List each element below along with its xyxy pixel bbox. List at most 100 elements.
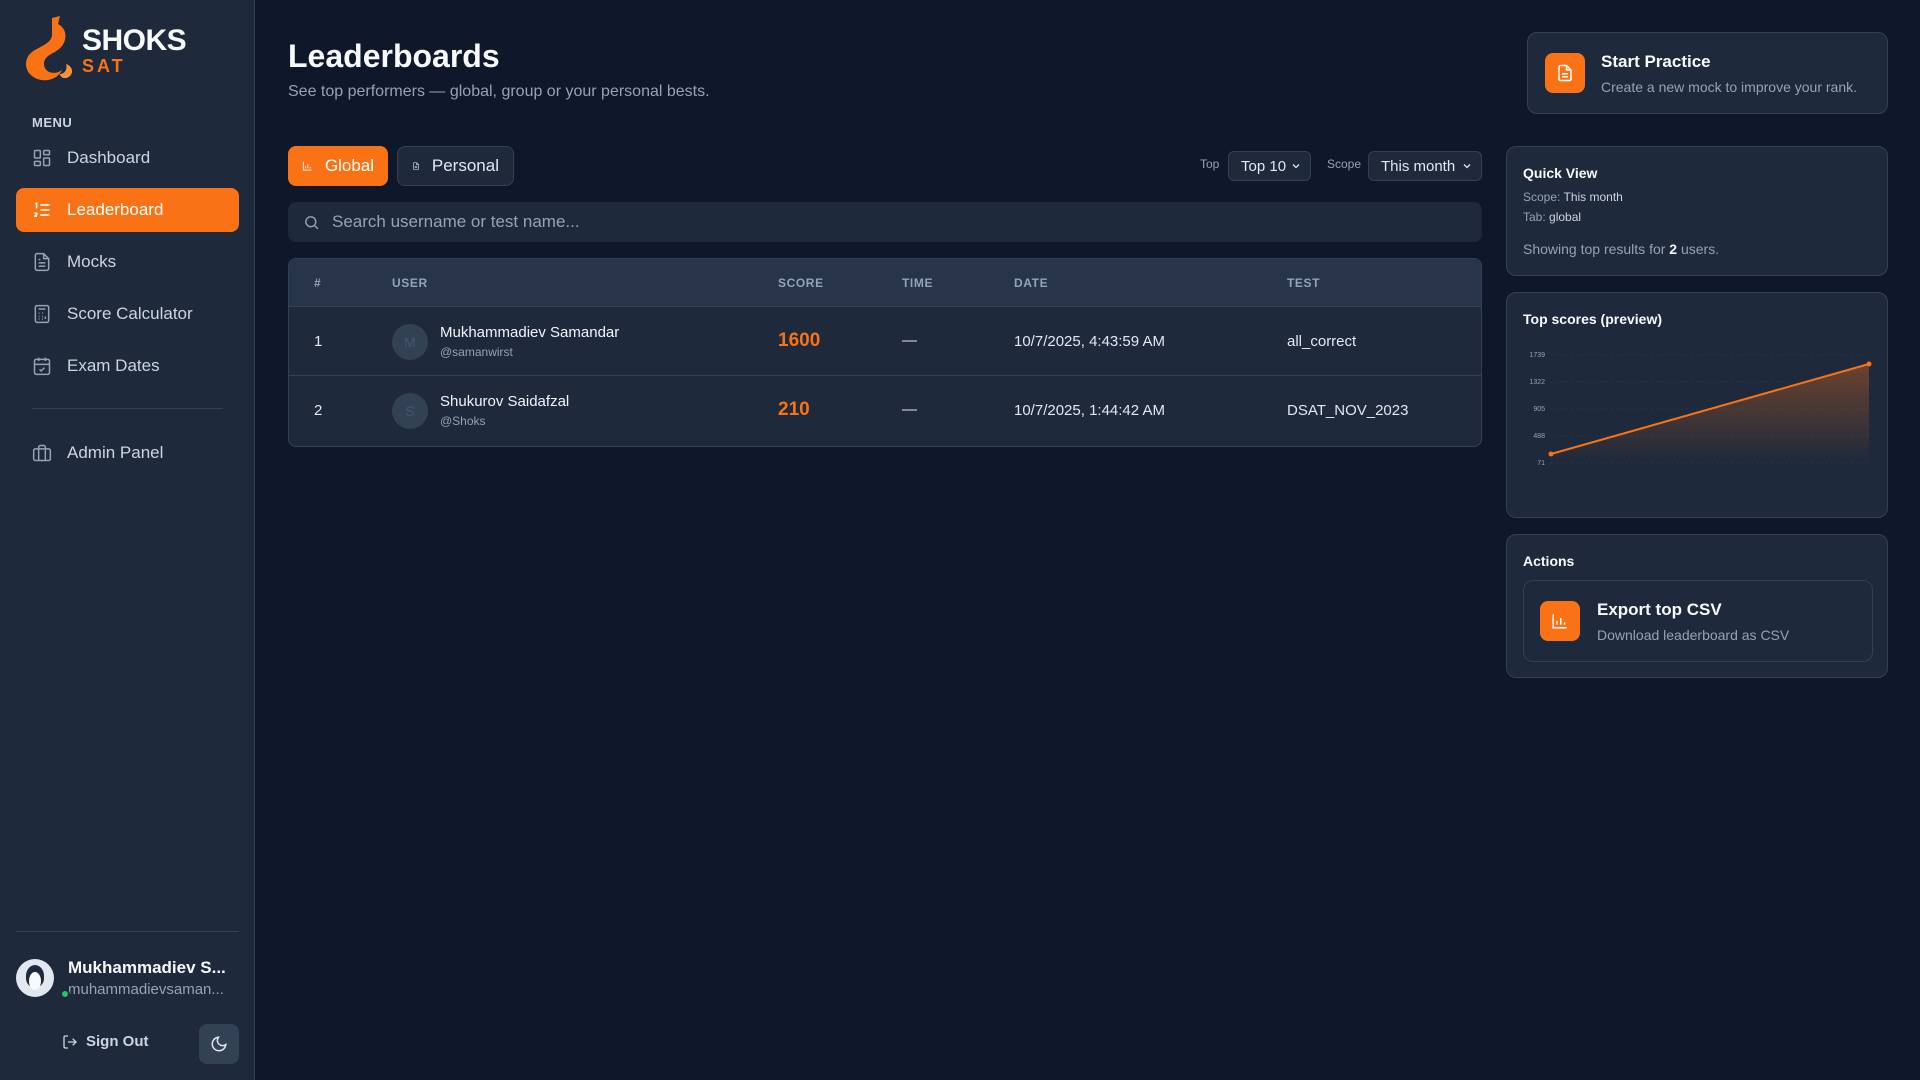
quick-view-tab: Tab: global: [1523, 210, 1581, 224]
row-time: —: [902, 401, 917, 418]
quick-view-tab-value: global: [1549, 210, 1582, 224]
theme-toggle-button[interactable]: [199, 1024, 239, 1064]
leaderboard-table: # USER SCORE TIME DATE TEST 1 M Mukhamma…: [288, 258, 1482, 447]
document-icon: [34, 252, 50, 272]
y-tick-label: 71: [1537, 460, 1545, 467]
sidebar-item-label: Dashboard: [67, 148, 151, 167]
page-title: Leaderboards: [288, 38, 500, 74]
y-tick-label: 488: [1533, 433, 1545, 440]
row-score: 1600: [778, 330, 821, 351]
actions-title: Actions: [1523, 553, 1575, 569]
quick-view-title: Quick View: [1523, 165, 1598, 181]
top-select[interactable]: Top 10: [1228, 151, 1311, 181]
quick-view-scope-value: This month: [1563, 190, 1623, 204]
scope-select[interactable]: This month: [1368, 151, 1482, 181]
user-profile[interactable]: Mukhammadiev S... muhammadievsaman...: [16, 958, 239, 999]
document-icon: [412, 162, 419, 170]
tab-label: Global: [324, 156, 374, 175]
logout-icon: [63, 1034, 77, 1049]
quick-view-card: Quick View Scope: This month Tab: global…: [1506, 146, 1888, 276]
sidebar-item-dashboard[interactable]: Dashboard: [16, 136, 239, 180]
actions-card: Actions Export top CSV Download leaderbo…: [1506, 534, 1888, 678]
start-practice-icon-box: [1545, 53, 1585, 93]
row-date: 10/7/2025, 4:43:59 AM: [1014, 333, 1165, 350]
briefcase-icon: [32, 444, 52, 462]
page-subtitle: See top performers — global, group or yo…: [288, 83, 710, 100]
table-row[interactable]: 1 M Mukhammadiev Samandar @samanwirst 16…: [289, 307, 1481, 376]
row-test: all_correct: [1287, 333, 1357, 350]
top-filter-label: Top: [1200, 157, 1220, 171]
brand-logo[interactable]: SHOKS SAT: [22, 14, 187, 84]
fox-logo-icon: [26, 16, 73, 81]
top-select-value: Top 10: [1241, 157, 1287, 175]
search-icon: [305, 215, 319, 229]
moon-icon: [211, 1036, 227, 1052]
sidebar: SHOKS SAT MENU Dashboard Leaderboard Moc…: [0, 0, 255, 1080]
summary-prefix: Showing top results for: [1523, 241, 1666, 257]
column-header-user: USER: [392, 276, 428, 290]
export-icon-box: [1540, 601, 1580, 641]
sidebar-item-label: Exam Dates: [67, 356, 160, 375]
sidebar-item-label: Mocks: [67, 252, 117, 271]
export-subtitle: Download leaderboard as CSV: [1597, 627, 1790, 643]
sidebar-item-mocks[interactable]: Mocks: [16, 240, 239, 284]
data-point: [1548, 451, 1554, 457]
row-rank: 2: [314, 402, 323, 419]
data-point: [1866, 361, 1872, 367]
sign-out-button[interactable]: Sign Out: [62, 1033, 149, 1050]
scope-select-value: This month: [1381, 157, 1456, 175]
sidebar-item-label: Score Calculator: [67, 304, 193, 323]
document-icon: [1558, 64, 1572, 82]
start-practice-subtitle: Create a new mock to improve your rank.: [1601, 79, 1857, 95]
calculator-icon: [34, 304, 50, 324]
tab-label: Personal: [431, 156, 499, 175]
bar-chart-icon: [1552, 614, 1567, 629]
export-title: Export top CSV: [1597, 600, 1722, 619]
sign-out-label: Sign Out: [86, 1033, 149, 1050]
export-csv-button[interactable]: Export top CSV Download leaderboard as C…: [1523, 580, 1873, 662]
start-practice-card[interactable]: Start Practice Create a new mock to impr…: [1527, 32, 1888, 114]
brand-subtitle: SAT: [82, 56, 126, 76]
sidebar-item-leaderboard[interactable]: Leaderboard: [16, 188, 239, 232]
top-scores-title: Top scores (preview): [1523, 311, 1663, 327]
y-tick-label: 905: [1533, 406, 1545, 413]
list-icon: [34, 201, 50, 217]
avatar: S: [392, 393, 428, 429]
summary-suffix: users.: [1680, 241, 1720, 257]
table-row[interactable]: 2 S Shukurov Saidafzal @Shoks 210 — 10/7…: [289, 376, 1481, 445]
sidebar-item-exam-dates[interactable]: Exam Dates: [16, 344, 239, 388]
row-score: 210: [778, 399, 810, 420]
sidebar-item-label: Admin Panel: [67, 443, 164, 462]
column-header-score: SCORE: [778, 276, 824, 290]
online-status-dot: [60, 989, 70, 999]
nav-divider: [32, 408, 223, 409]
y-tick-label: 1739: [1529, 352, 1545, 359]
summary-count: 2: [1669, 241, 1678, 257]
column-header-test: TEST: [1287, 276, 1321, 290]
sidebar-item-score-calculator[interactable]: Score Calculator: [16, 292, 239, 336]
top-scores-card: Top scores (preview) 1739 1322 905 488 71: [1506, 292, 1888, 518]
series-area: [1551, 364, 1869, 463]
sidebar-item-admin-panel[interactable]: Admin Panel: [16, 431, 239, 475]
sidebar-item-label: Leaderboard: [67, 200, 164, 219]
row-user-handle: @samanwirst: [440, 345, 513, 359]
chevron-down-icon: [1292, 164, 1300, 169]
tab-global[interactable]: Global: [288, 146, 388, 186]
row-user-name: Mukhammadiev Samandar: [440, 324, 620, 341]
row-time: —: [902, 332, 917, 349]
tab-personal[interactable]: Personal: [397, 146, 514, 186]
quick-view-scope: Scope: This month: [1523, 190, 1623, 204]
top-scores-chart: 1739 1322 905 488 71: [1529, 352, 1872, 467]
user-name: Mukhammadiev S...: [68, 958, 226, 977]
user-divider: [16, 931, 239, 932]
sidebar-nav: Dashboard Leaderboard Mocks Score Calcul…: [16, 136, 239, 483]
search-input[interactable]: [332, 212, 1432, 232]
menu-label: MENU: [32, 115, 73, 130]
user-email: muhammadievsaman...: [68, 981, 224, 998]
column-header-date: DATE: [1014, 276, 1049, 290]
quick-view-summary: Showing top results for 2 users.: [1523, 241, 1719, 257]
calendar-icon: [33, 357, 51, 376]
row-date: 10/7/2025, 1:44:42 AM: [1014, 402, 1165, 419]
column-header-time: TIME: [902, 276, 934, 290]
column-header-rank: #: [314, 276, 322, 290]
